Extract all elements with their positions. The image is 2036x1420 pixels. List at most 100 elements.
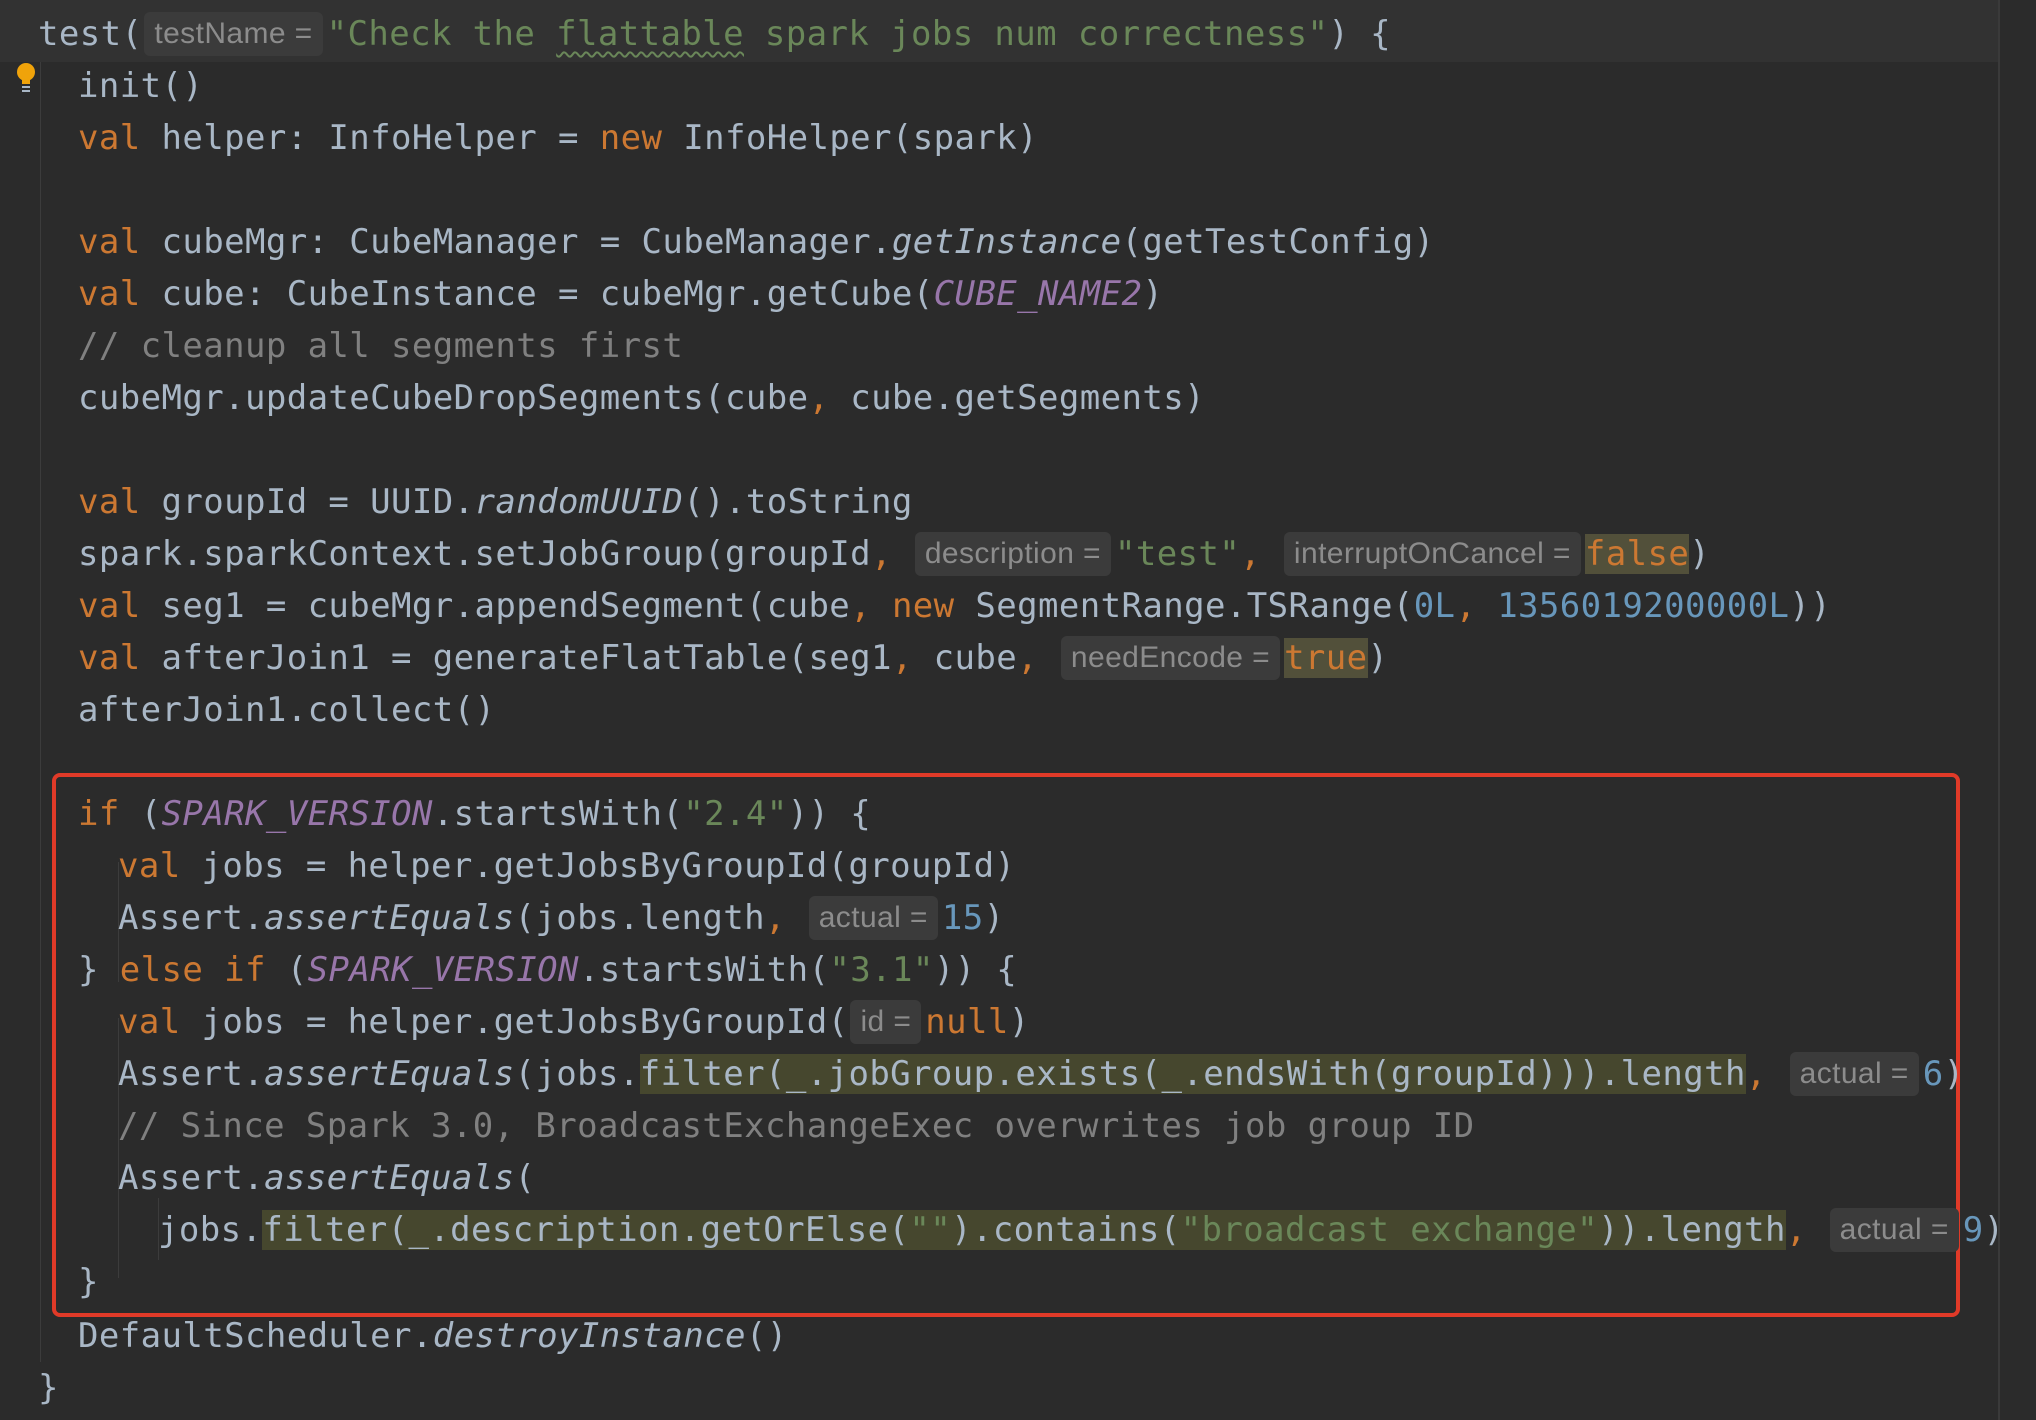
code-editor[interactable]: test(testName = "Check the flattable spar… <box>0 0 2036 1420</box>
punct: , <box>1745 1054 1767 1094</box>
static-method: getInstance <box>891 222 1122 262</box>
string-literal: "broadcast exchange" <box>1180 1210 1599 1250</box>
code-line-9[interactable]: spark.sparkContext.setJobGroup(groupId, … <box>78 528 1710 580</box>
code-text: afterJoin1 = generateFlatTable(seg1 <box>140 638 892 678</box>
code-text: ) <box>1689 534 1711 574</box>
string-literal: spark jobs num correctness" <box>744 14 1329 54</box>
code-text: .startsWith( <box>578 950 830 990</box>
lightbulb-icon[interactable] <box>14 62 38 94</box>
code-line-6[interactable]: // cleanup all segments first <box>78 320 683 372</box>
constant: SPARK_VERSION <box>161 794 433 834</box>
code-text: jobs = helper.getJobsByGroupId(groupId) <box>180 846 1016 886</box>
string-literal: "Check the <box>326 14 557 54</box>
number-literal: 1356019200000L <box>1497 586 1790 626</box>
highlighted-expression: filter(_.jobGroup.exists(_.endsWith(grou… <box>639 1054 1746 1094</box>
code-text: () <box>745 1316 788 1356</box>
code-text: ) <box>1142 274 1164 314</box>
code-text: (jobs.length <box>514 898 765 938</box>
static-method: destroyInstance <box>432 1316 746 1356</box>
code-text: cubeMgr.updateCubeDropSegments(cube <box>78 378 809 418</box>
code-line-14[interactable]: val jobs = helper.getJobsByGroupId(group… <box>118 840 1015 892</box>
code-text: } <box>78 1262 99 1302</box>
keyword: val <box>78 222 141 262</box>
code-text: } <box>78 950 120 990</box>
code-line-15[interactable]: Assert.assertEquals(jobs.length, actual … <box>118 892 1004 944</box>
constant: CUBE_NAME2 <box>933 274 1143 314</box>
code-line-2[interactable]: init() <box>78 60 203 112</box>
code-text: ) { <box>1328 14 1391 54</box>
code-text: afterJoin1.collect() <box>78 690 496 730</box>
code-text: DefaultScheduler. <box>78 1316 433 1356</box>
punct: , <box>1455 586 1477 626</box>
typo-word: flattable <box>556 14 744 54</box>
keyword: val <box>78 118 141 158</box>
code-text: ().toString <box>683 482 913 522</box>
code-text: SegmentRange.TSRange( <box>954 586 1414 626</box>
code-line-19[interactable]: // Since Spark 3.0, BroadcastExchangeExe… <box>118 1100 1475 1152</box>
code-line-3[interactable]: val helper: InfoHelper = new InfoHelper(… <box>78 112 1038 164</box>
code-line-18[interactable]: Assert.assertEquals(jobs.filter(_.jobGro… <box>118 1048 1964 1100</box>
string-literal: "" <box>909 1210 952 1250</box>
indent-guide <box>40 62 41 1362</box>
boolean-literal: false <box>1584 534 1690 574</box>
code-line-8[interactable]: val groupId = UUID.randomUUID().toString <box>78 476 913 528</box>
code-line-12[interactable]: afterJoin1.collect() <box>78 684 495 736</box>
code-text: .startsWith( <box>432 794 684 834</box>
constant: SPARK_VERSION <box>307 950 579 990</box>
code-text: ( <box>265 950 308 990</box>
code-line-16[interactable]: } else if (SPARK_VERSION.startsWith("3.1… <box>78 944 1017 996</box>
code-text: seg1 = cubeMgr.appendSegment(cube <box>140 586 851 626</box>
code-text: Assert. <box>118 898 265 938</box>
code-text: cubeMgr: CubeManager = CubeManager. <box>140 222 892 262</box>
code-line-7[interactable]: cubeMgr.updateCubeDropSegments(cube, cub… <box>78 372 1205 424</box>
highlighted-expression: ).contains( <box>951 1210 1181 1250</box>
param-hint: id = <box>850 1000 922 1044</box>
code-text: helper: InfoHelper = <box>140 118 600 158</box>
code-text: ) <box>1367 638 1389 678</box>
code-line-20[interactable]: Assert.assertEquals( <box>118 1152 535 1204</box>
code-line-17[interactable]: val jobs = helper.getJobsByGroupId(id = n… <box>118 996 1030 1048</box>
number-literal: 0L <box>1413 586 1456 626</box>
code-text: groupId = UUID. <box>140 482 475 522</box>
code-line-22[interactable]: } <box>78 1256 99 1308</box>
code-text: Assert. <box>118 1158 265 1198</box>
string-literal: "2.4" <box>683 794 788 834</box>
punct: , <box>808 378 830 418</box>
code-text: )) { <box>787 794 872 834</box>
param-hint: actual = <box>1789 1052 1919 1096</box>
code-line-1[interactable]: test(testName = "Check the flattable spar… <box>38 8 1391 60</box>
code-text: ) <box>1943 1054 1965 1094</box>
comment: // cleanup all segments first <box>78 326 684 366</box>
punct: , <box>1240 534 1262 574</box>
code-text: cube: CubeInstance = cubeMgr.getCube( <box>140 274 934 314</box>
code-text: cube <box>912 638 1018 678</box>
param-hint: interruptOnCancel = <box>1283 532 1581 576</box>
keyword: val <box>78 482 141 522</box>
highlighted-expression: )).length <box>1598 1210 1786 1250</box>
keyword: val <box>118 1002 181 1042</box>
code-line-24[interactable]: } <box>38 1362 59 1414</box>
code-line-10[interactable]: val seg1 = cubeMgr.appendSegment(cube, n… <box>78 580 1831 632</box>
code-line-23[interactable]: DefaultScheduler.destroyInstance() <box>78 1310 788 1362</box>
boolean-literal: true <box>1284 638 1368 678</box>
code-text: ) <box>983 898 1005 938</box>
number-literal: 9 <box>1962 1210 1984 1250</box>
code-line-5[interactable]: val cube: CubeInstance = cubeMgr.getCube… <box>78 268 1163 320</box>
code-text: ( <box>514 1158 536 1198</box>
punct: , <box>764 898 786 938</box>
code-text: jobs. <box>158 1210 263 1250</box>
code-line-13[interactable]: if (SPARK_VERSION.startsWith("2.4")) { <box>78 788 871 840</box>
code-line-4[interactable]: val cubeMgr: CubeManager = CubeManager.g… <box>78 216 1435 268</box>
static-method: randomUUID <box>474 482 684 522</box>
keyword: null <box>925 1002 1009 1042</box>
code-line-21[interactable]: jobs.filter(_.description.getOrElse("").… <box>158 1204 2005 1256</box>
code-text: (getTestConfig) <box>1121 222 1435 262</box>
code-line-11[interactable]: val afterJoin1 = generateFlatTable(seg1,… <box>78 632 1388 684</box>
code-text: (jobs. <box>514 1054 640 1094</box>
number-literal: 15 <box>941 898 984 938</box>
code-text: )) { <box>933 950 1018 990</box>
param-hint: testName = <box>144 12 323 56</box>
code-text: Assert. <box>118 1054 265 1094</box>
code-text: jobs = helper.getJobsByGroupId( <box>180 1002 849 1042</box>
punct: , <box>850 586 872 626</box>
